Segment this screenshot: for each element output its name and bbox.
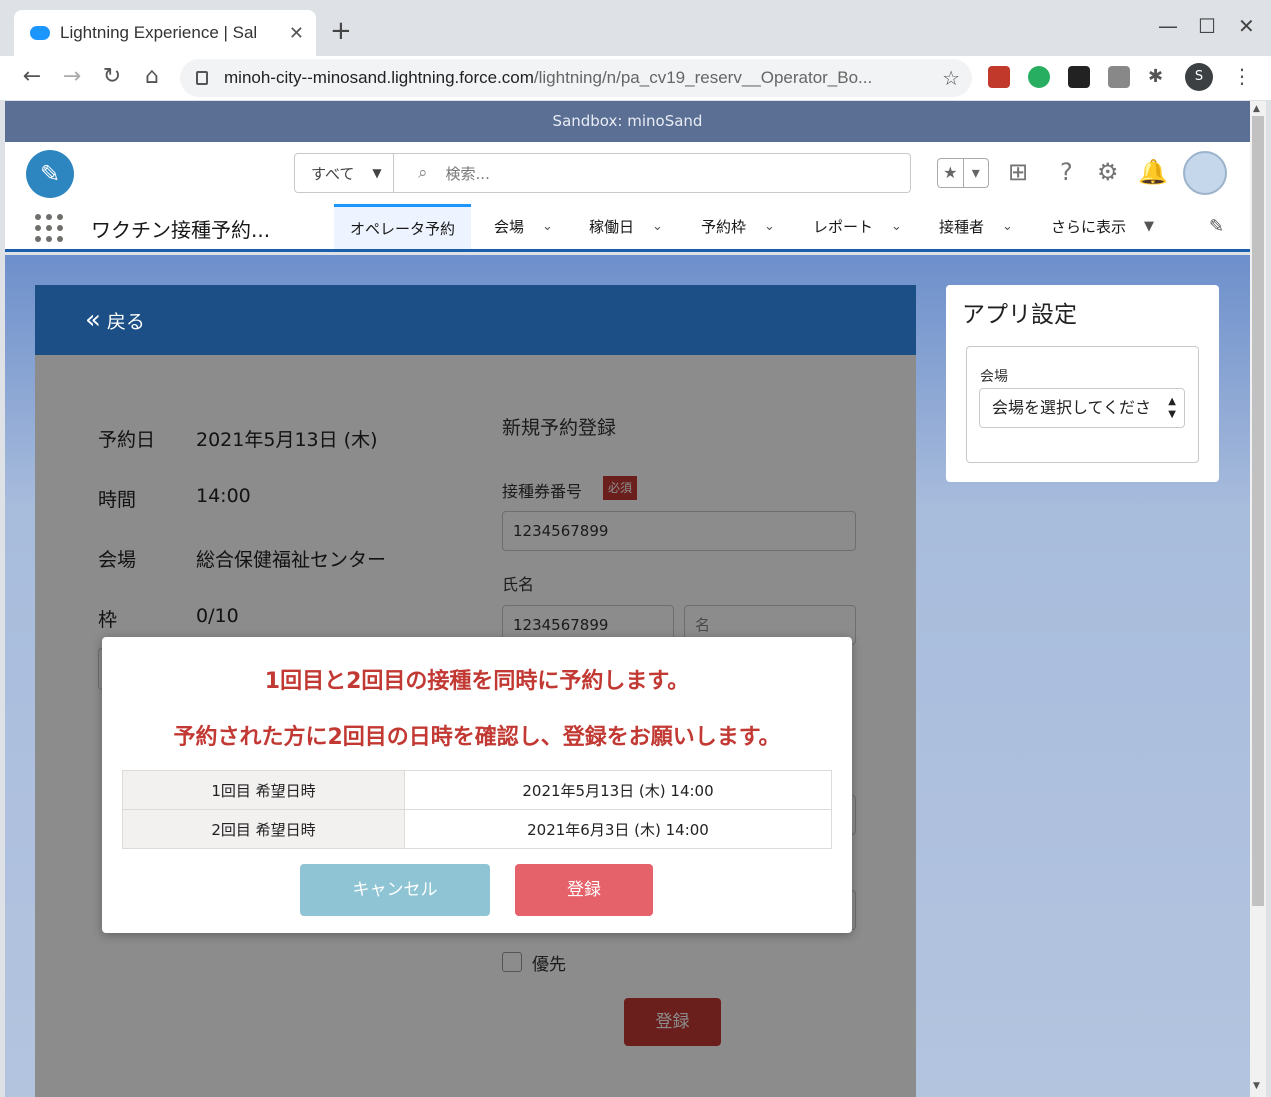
help-icon[interactable]: ? xyxy=(1060,158,1073,186)
notifications-bell-icon[interactable]: 🔔 xyxy=(1138,158,1168,186)
reload-icon[interactable]: ↻ xyxy=(98,64,126,89)
bookmark-star-icon[interactable]: ☆ xyxy=(942,66,960,90)
modal-message-1: 1回目と2回目の接種を同時に予約します。 xyxy=(264,669,690,694)
tab-reservation-slot[interactable]: 予約枠 ⌄ xyxy=(685,204,791,249)
tab-close-icon[interactable]: ✕ xyxy=(289,23,304,44)
venue-picker-label: 会場 xyxy=(980,369,1008,385)
chevron-down-icon[interactable]: ⌄ xyxy=(1002,219,1013,234)
caret-down-icon: ▼ xyxy=(372,166,382,180)
maximize-icon[interactable]: ☐ xyxy=(1198,14,1216,38)
tab-venue[interactable]: 会場 ⌄ xyxy=(478,204,569,249)
search-icon: ⌕ xyxy=(418,163,428,183)
chevron-down-icon[interactable]: ⌄ xyxy=(764,219,775,234)
browser-tab[interactable]: Lightning Experience | Sal ✕ xyxy=(14,10,316,56)
confirm-modal: 1回目と2回目の接種を同時に予約します。 予約された方に2回目の日時を確認し、登… xyxy=(102,637,852,933)
app-settings-card: アプリ設定 会場 会場を選択してくださ ▲ ▼ xyxy=(946,285,1219,482)
back-arrow-icon[interactable]: ← xyxy=(18,64,46,89)
table-cell-value: 2021年6月3日 (木) 14:00 xyxy=(404,809,832,849)
syringe-logo-icon: ✎ xyxy=(26,150,74,198)
cancel-button[interactable]: キャンセル xyxy=(300,864,490,916)
chevron-down-icon[interactable]: ⌄ xyxy=(891,219,902,234)
favorites-dropdown-icon[interactable]: ▾ xyxy=(964,159,989,187)
table-cell-label: 1回目 希望日時 xyxy=(122,770,405,810)
tab-vaccinee[interactable]: 接種者 ⌄ xyxy=(923,204,1029,249)
chevron-down-icon[interactable]: ⌄ xyxy=(542,219,553,234)
puzzle-icon[interactable]: ✱ xyxy=(1148,66,1170,88)
search-scope-dropdown[interactable]: すべて ▼ xyxy=(294,153,394,193)
caret-down-icon[interactable]: ▼ xyxy=(1144,219,1154,234)
venue-picker-box: 会場 会場を選択してくださ ▲ ▼ xyxy=(966,346,1199,463)
venue-select-value: 会場を選択してくださ xyxy=(992,398,1152,417)
select-updown-icon: ▲ ▼ xyxy=(1168,396,1176,420)
edit-nav-pencil-icon[interactable]: ✎ xyxy=(1209,216,1224,237)
browser-toolbar: ← → ↻ ⌂ minoh-city--minosand.lightning.f… xyxy=(0,56,1271,100)
profile-avatar[interactable]: S xyxy=(1185,63,1213,91)
tab-label: さらに表示 xyxy=(1051,218,1127,236)
lock-icon xyxy=(196,71,208,85)
address-bar[interactable]: minoh-city--minosand.lightning.force.com… xyxy=(180,59,972,97)
forward-arrow-icon[interactable]: → xyxy=(58,64,86,89)
tab-report[interactable]: レポート ⌄ xyxy=(797,204,918,249)
user-avatar[interactable] xyxy=(1183,151,1227,195)
app-launcher-icon[interactable] xyxy=(35,214,63,242)
tab-label: 接種者 xyxy=(939,218,985,236)
table-cell-value: 2021年5月13日 (木) 14:00 xyxy=(404,770,832,810)
search-placeholder: 検索... xyxy=(445,164,490,183)
tab-label: オペレータ予約 xyxy=(350,219,456,238)
browser-tabstrip: Lightning Experience | Sal ✕ + — ☐ ✕ xyxy=(0,0,1271,56)
url-text: minoh-city--minosand.lightning.force.com… xyxy=(224,68,873,87)
tab-label: 予約枠 xyxy=(701,218,747,236)
tab-label: レポート xyxy=(813,218,874,236)
venue-select[interactable]: 会場を選択してくださ ▲ ▼ xyxy=(979,388,1185,428)
home-icon[interactable]: ⌂ xyxy=(138,64,166,89)
tab-more[interactable]: さらに表示 ▼ xyxy=(1035,204,1170,249)
salesforce-cloud-icon xyxy=(30,26,50,40)
star-icon[interactable]: ★ xyxy=(938,159,964,187)
app-settings-title: アプリ設定 xyxy=(962,302,1077,328)
app-name: ワクチン接種予約... xyxy=(91,218,271,242)
app-nav-bar: ワクチン接種予約... オペレータ予約 会場 ⌄ 稼働日 ⌄ 予約枠 ⌄ レポート ⌄ … xyxy=(5,204,1250,252)
new-tab-icon[interactable]: + xyxy=(330,18,352,44)
chevron-down-icon[interactable]: ⌄ xyxy=(652,219,663,234)
global-header: ✎ すべて ▼ ⌕ 検索... ★ ▾ ⊞ ? ⚙ 🔔 xyxy=(5,142,1250,204)
back-label: 戻る xyxy=(106,310,145,333)
favorites-button[interactable]: ★ ▾ xyxy=(937,158,989,188)
page-scrollbar[interactable]: ▲ ▼ xyxy=(1250,101,1266,1097)
scroll-up-icon[interactable]: ▲ xyxy=(1253,104,1260,114)
tab-operator-reservation[interactable]: オペレータ予約 xyxy=(334,204,472,249)
back-header[interactable]: « 戻る xyxy=(35,285,916,355)
modal-message-2: 予約された方に2回目の日時を確認し、登録をお願いします。 xyxy=(173,725,781,750)
global-search-input[interactable]: ⌕ 検索... xyxy=(393,153,911,193)
tab-label: 会場 xyxy=(494,218,525,236)
add-icon[interactable]: ⊞ xyxy=(1008,158,1028,186)
register-button[interactable]: 登録 xyxy=(515,864,653,916)
scroll-down-icon[interactable]: ▼ xyxy=(1253,1081,1260,1091)
table-cell-label: 2回目 希望日時 xyxy=(122,809,405,849)
sandbox-banner: Sandbox: minoSand xyxy=(5,101,1250,142)
search-scope-label: すべて xyxy=(311,164,355,183)
tab-title: Lightning Experience | Sal xyxy=(60,23,258,42)
window-close-icon[interactable]: ✕ xyxy=(1238,14,1255,38)
setup-gear-icon[interactable]: ⚙ xyxy=(1097,158,1119,186)
extension-icon[interactable] xyxy=(1028,66,1050,88)
double-chevron-left-icon: « xyxy=(85,305,101,335)
table-row: 2回目 希望日時 2021年6月3日 (木) 14:00 xyxy=(122,809,832,849)
minimize-icon[interactable]: — xyxy=(1158,14,1178,38)
table-row: 1回目 希望日時 2021年5月13日 (木) 14:00 xyxy=(122,770,832,810)
extension-icon[interactable] xyxy=(1068,66,1090,88)
schedule-table: 1回目 希望日時 2021年5月13日 (木) 14:00 2回目 希望日時 2… xyxy=(122,770,832,849)
line-extension-icon[interactable] xyxy=(1108,66,1130,88)
scrollbar-thumb[interactable] xyxy=(1252,116,1264,906)
tab-operating-day[interactable]: 稼働日 ⌄ xyxy=(573,204,679,249)
tab-label: 稼働日 xyxy=(589,218,635,236)
extension-icon[interactable] xyxy=(988,66,1010,88)
menu-kebab-icon[interactable]: ⋮ xyxy=(1232,64,1252,88)
